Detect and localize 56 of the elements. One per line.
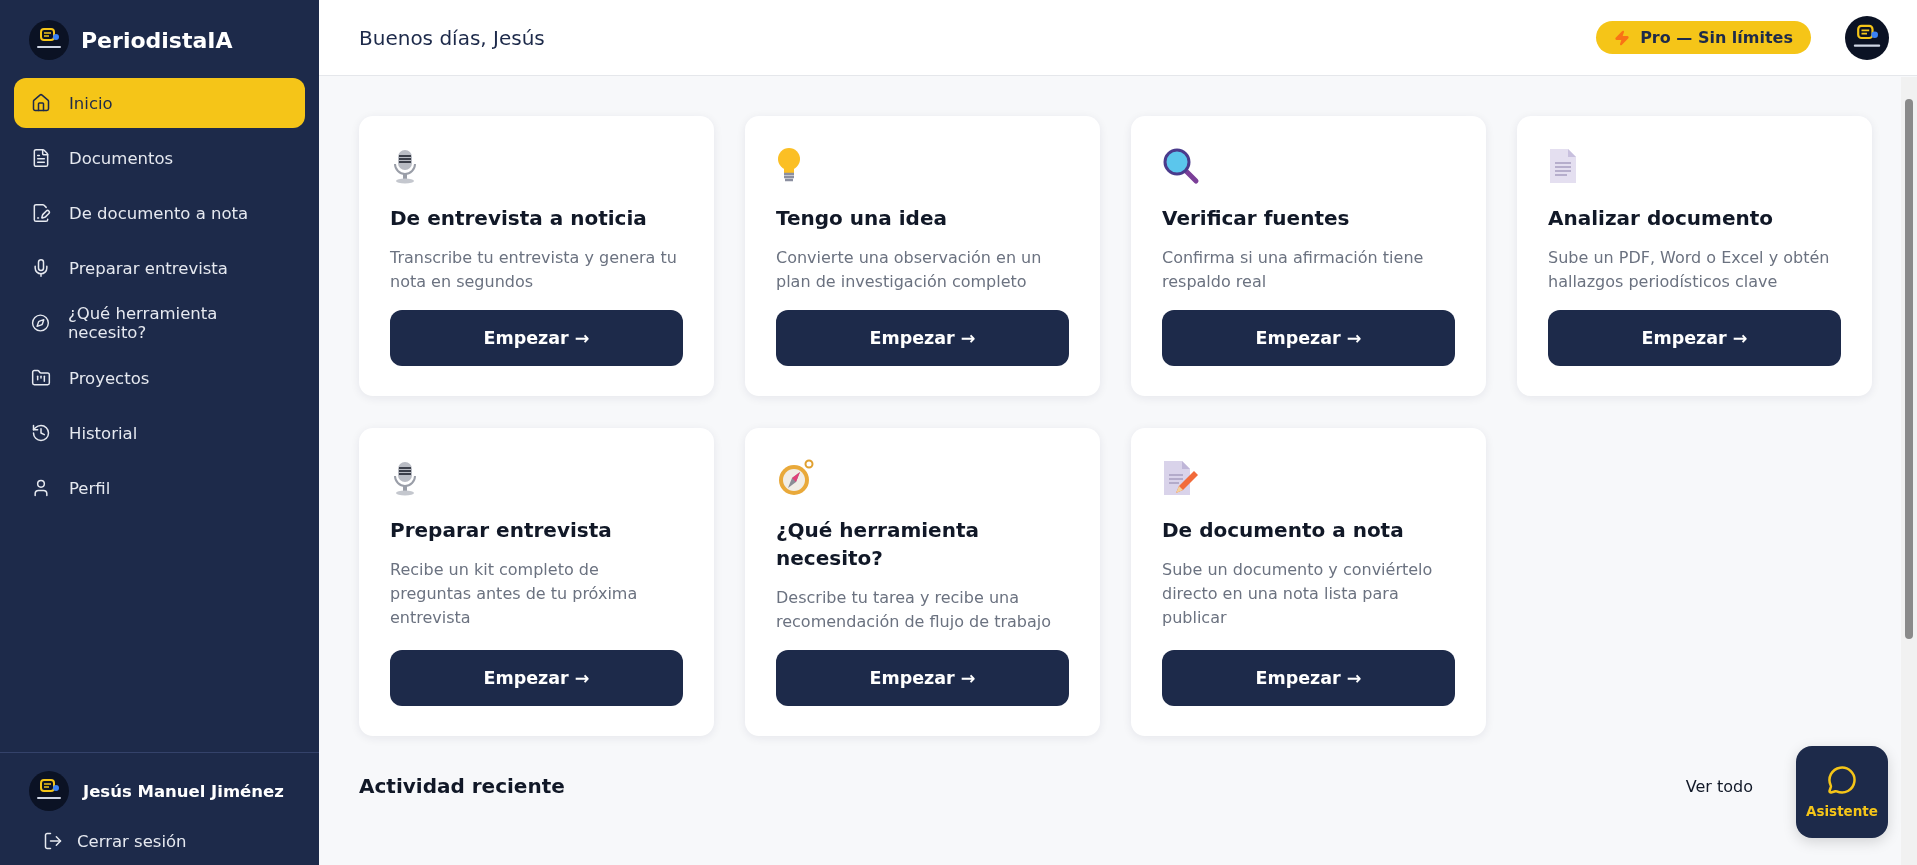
lightning-icon	[1614, 29, 1631, 46]
start-button[interactable]: Empezar →	[776, 310, 1069, 366]
document-pencil-icon	[1162, 459, 1200, 497]
sidebar-item[interactable]: Preparar entrevista	[14, 243, 305, 293]
magnifying-glass-icon	[1162, 147, 1200, 185]
sidebar-item[interactable]: Documentos	[14, 133, 305, 183]
document-icon	[1548, 147, 1578, 185]
card-title: Tengo una idea	[776, 205, 948, 232]
nav-icon	[31, 423, 51, 443]
assistant-button[interactable]: Asistente	[1796, 746, 1888, 838]
card-title: ¿Qué herramienta necesito?	[776, 517, 980, 572]
sidebar-item[interactable]: ¿Qué herramienta necesito?	[14, 298, 305, 348]
start-button[interactable]: Empezar →	[390, 650, 683, 706]
card-description: Sube un documento y conviértelo directo en una nota lista para publicar	[1162, 559, 1434, 629]
nav-icon	[31, 313, 50, 333]
sidebar-item[interactable]: Inicio	[14, 78, 305, 128]
brand-name: PeriodistaIA	[81, 27, 233, 53]
section-title: Actividad reciente	[359, 774, 565, 798]
card-title: De entrevista a noticia	[390, 205, 648, 232]
user-name: Jesús Manuel Jiménez	[83, 781, 284, 801]
nav-icon	[31, 93, 51, 113]
sidebar-item[interactable]: Perfil	[14, 463, 305, 513]
card-description: Describe tu tarea y recibe una recomendación de flujo de trabajo	[776, 587, 1052, 633]
card-description: Confirma si una afirmación tiene respaldo real	[1162, 247, 1425, 293]
nav-icon	[31, 148, 51, 168]
card-description: Recibe un kit completo de preguntas antes de tu próxima entrevista	[390, 559, 639, 629]
start-button[interactable]: Empezar →	[1548, 310, 1841, 366]
nav-icon	[31, 258, 51, 278]
card-description: Transcribe tu entrevista y genera tu nota en segundos	[390, 247, 678, 293]
chat-bubble-icon	[1827, 765, 1857, 795]
logo-icon	[29, 771, 69, 811]
card-description: Sube un PDF, Word o Excel y obtén hallazgos periodísticos clave	[1548, 247, 1831, 293]
start-button[interactable]: Empezar →	[1162, 650, 1455, 706]
card-title: Analizar documento	[1548, 205, 1774, 232]
logo-icon	[29, 20, 69, 60]
card-title: Verificar fuentes	[1162, 205, 1351, 232]
start-button[interactable]: Empezar →	[390, 310, 683, 366]
logo-icon	[1845, 15, 1889, 60]
nav-icon	[31, 203, 51, 223]
start-button[interactable]: Empezar →	[776, 650, 1069, 706]
compass-icon	[776, 458, 816, 498]
sidebar-item[interactable]: Historial	[14, 408, 305, 458]
card-description: Convierte una observación en un plan de investigación completo	[776, 247, 1043, 293]
nav-icon	[31, 478, 51, 498]
sidebar-item[interactable]: De documento a nota	[14, 188, 305, 238]
nav-icon	[31, 368, 51, 388]
logout-link[interactable]: Cerrar sesión	[29, 831, 290, 851]
view-all-link[interactable]: Ver todo	[1685, 776, 1753, 796]
greeting: Buenos días, Jesús	[359, 25, 545, 50]
plan-label: Pro — Sin límites	[1640, 28, 1793, 47]
start-button[interactable]: Empezar →	[1162, 310, 1455, 366]
logout-icon	[43, 831, 63, 851]
sidebar-item[interactable]: Proyectos	[14, 353, 305, 403]
card-title: Preparar entrevista	[390, 517, 613, 544]
card-title: De documento a nota	[1162, 517, 1405, 544]
scrollbar[interactable]	[1901, 77, 1917, 865]
